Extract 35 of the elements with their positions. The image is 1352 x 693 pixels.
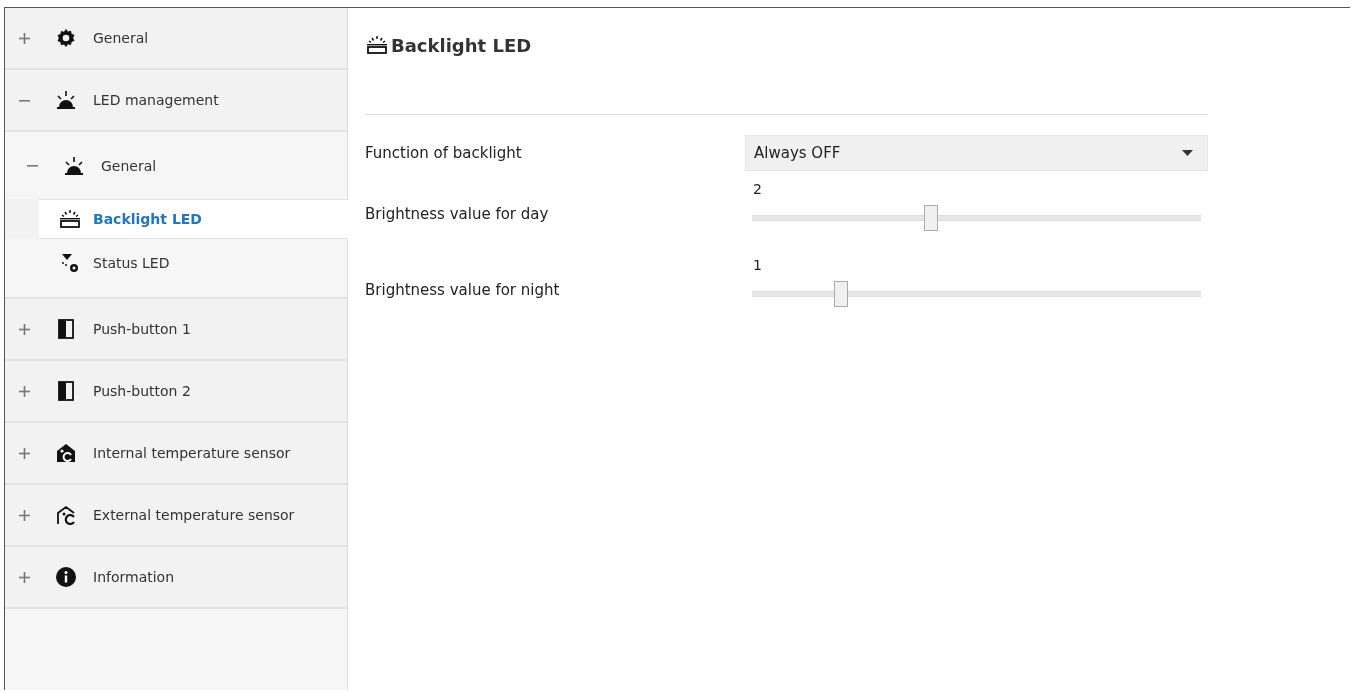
caret-icon xyxy=(1182,150,1193,156)
tree-item[interactable]: Internal temperature sensor xyxy=(5,423,347,485)
tree-item[interactable]: Backlight LED xyxy=(39,199,348,239)
gear-icon xyxy=(55,27,77,49)
parameter-label: Brightness value for day xyxy=(365,205,550,225)
tree-item[interactable]: External temperature sensor xyxy=(5,485,347,547)
backlight-icon xyxy=(365,34,389,56)
slider-thumb[interactable] xyxy=(833,281,848,307)
slider-value: 2 xyxy=(753,181,763,199)
info-icon xyxy=(55,566,77,588)
tree-item[interactable]: Push-button 1 xyxy=(5,299,347,361)
expand-icon[interactable] xyxy=(19,385,30,397)
backlight-icon xyxy=(59,208,81,230)
beacon-icon xyxy=(55,89,77,111)
expand-icon[interactable] xyxy=(19,509,30,521)
tree-item[interactable]: Status LED xyxy=(5,239,347,299)
house-outline-thermometer-icon xyxy=(55,504,77,526)
expand-icon[interactable] xyxy=(19,323,30,335)
house-thermometer-icon xyxy=(55,442,77,464)
slider-value: 1 xyxy=(753,257,763,275)
tree-item[interactable]: Push-button 2 xyxy=(5,361,347,423)
expand-icon[interactable] xyxy=(19,32,30,44)
tree-item[interactable]: General xyxy=(5,132,347,199)
panel-title: Backlight LED xyxy=(391,34,532,56)
half-square-icon xyxy=(55,318,77,340)
parameter-label: Function of backlight xyxy=(365,144,523,162)
status-led-icon xyxy=(59,252,81,274)
expand-icon[interactable] xyxy=(19,571,30,583)
tree-item[interactable]: General xyxy=(5,8,347,70)
parameter-label: Brightness value for night xyxy=(365,281,561,301)
slider-thumb[interactable] xyxy=(923,205,938,231)
dropdown[interactable]: Always OFF xyxy=(745,135,1208,171)
beacon-icon xyxy=(63,154,85,177)
half-square-icon xyxy=(55,380,77,402)
expand-icon[interactable] xyxy=(19,447,30,459)
